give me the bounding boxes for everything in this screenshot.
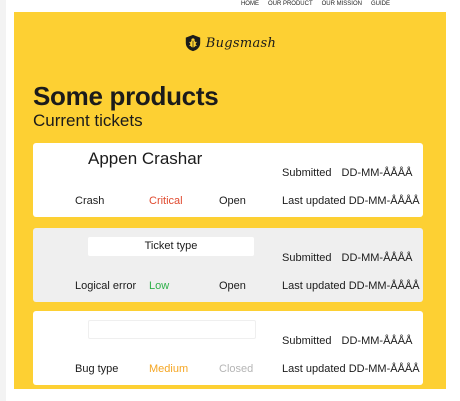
ticket-card[interactable]: Ticket type Submitted DD-MM-ÅÅÅÅ Logical …: [33, 228, 423, 302]
submitted-label: Submitted: [282, 335, 332, 347]
brand-name: Bugsmash: [205, 35, 277, 51]
left-edge-bar: [0, 0, 6, 401]
submitted-date: DD-MM-ÅÅÅÅ: [341, 252, 413, 264]
nav-link-our-product[interactable]: OUR PRODUCT: [268, 1, 313, 7]
nav-link-home[interactable]: HOME: [241, 1, 259, 7]
ticket-last-updated: Last updated DD-MM-ÅÅÅÅ: [282, 363, 420, 375]
nav-link-guide[interactable]: GUIDE: [371, 1, 390, 7]
ticket-last-updated: Last updated DD-MM-ÅÅÅÅ: [282, 280, 420, 292]
ticket-type-field[interactable]: Ticket type: [88, 237, 254, 256]
updated-label: Last updated: [282, 363, 346, 375]
updated-date: DD-MM-ÅÅÅÅ: [348, 363, 420, 375]
ticket-card[interactable]: Appen Crashar Submitted DD-MM-ÅÅÅÅ Crash …: [33, 143, 423, 217]
submitted-date: DD-MM-ÅÅÅÅ: [341, 335, 413, 347]
ticket-type: Bug type: [75, 363, 119, 375]
nav-links: HOME OUR PRODUCT OUR MISSION GUIDE: [241, 1, 390, 7]
ticket-last-updated: Last updated DD-MM-ÅÅÅÅ: [282, 195, 420, 207]
submitted-date: DD-MM-ÅÅÅÅ: [341, 167, 413, 179]
updated-label: Last updated: [282, 195, 346, 207]
page-title: Some products: [33, 81, 219, 111]
ticket-status: Open: [219, 195, 246, 207]
brand-logo[interactable]: Bugsmash: [14, 34, 446, 52]
main-panel: Bugsmash Some products Current tickets A…: [14, 12, 446, 389]
page-subtitle: Current tickets: [33, 111, 143, 130]
ticket-title: Appen Crashar: [88, 149, 203, 168]
bug-shield-icon: [185, 34, 200, 52]
updated-date: DD-MM-ÅÅÅÅ: [348, 280, 420, 292]
ticket-title-field[interactable]: [88, 320, 256, 339]
top-nav: HOME OUR PRODUCT OUR MISSION GUIDE: [14, 0, 446, 12]
ticket-severity-critical: Critical: [149, 195, 183, 207]
submitted-label: Submitted: [282, 167, 332, 179]
ticket-submitted: Submitted DD-MM-ÅÅÅÅ: [282, 335, 412, 347]
ticket-card[interactable]: Submitted DD-MM-ÅÅÅÅ Bug type Medium Clos…: [33, 311, 423, 385]
ticket-status: Open: [219, 280, 246, 292]
ticket-type: Crash: [75, 195, 105, 207]
updated-date: DD-MM-ÅÅÅÅ: [348, 195, 420, 207]
ticket-severity-low: Low: [149, 280, 170, 292]
nav-link-our-mission[interactable]: OUR MISSION: [322, 1, 362, 7]
ticket-severity-medium: Medium: [149, 363, 189, 375]
ticket-submitted: Submitted DD-MM-ÅÅÅÅ: [282, 252, 412, 264]
updated-label: Last updated: [282, 280, 346, 292]
ticket-type: Logical error: [75, 280, 137, 292]
ticket-status: Closed: [219, 363, 254, 375]
submitted-label: Submitted: [282, 252, 332, 264]
ticket-submitted: Submitted DD-MM-ÅÅÅÅ: [282, 167, 412, 179]
